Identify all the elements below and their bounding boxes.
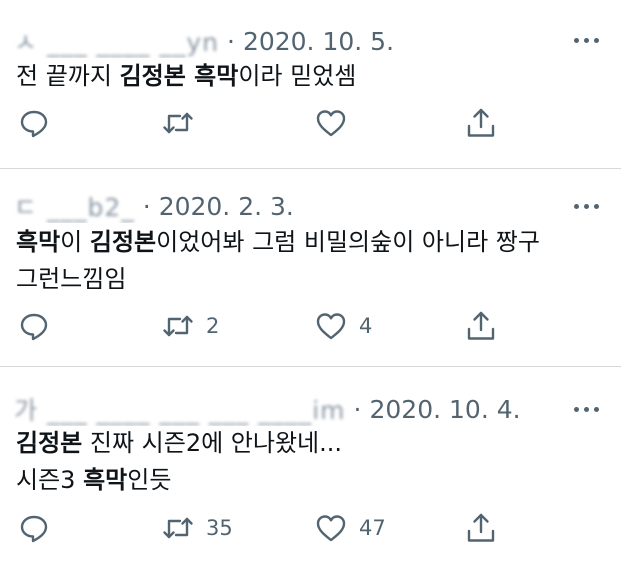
reply-button[interactable] [18,106,50,140]
like-icon [316,313,346,340]
tweet-date[interactable]: 2020. 10. 4. [370,395,521,424]
separator: · [142,191,151,221]
tweet-date[interactable]: 2020. 10. 5. [243,27,394,56]
more-options-button[interactable] [569,397,603,421]
tweet-header: 가 ___ ____ ___ ___ ____im · 2020. 10. 4. [14,392,561,426]
retweet-button[interactable]: 2 [162,309,219,343]
share-icon [467,311,495,340]
like-icon [316,515,346,542]
more-icon [573,406,579,412]
retweet-icon [163,315,193,337]
user-handle[interactable]: ㅅ ___ ____ __yn [14,24,219,58]
like-button[interactable]: 47 [315,511,386,545]
tweet-feed: ㅅ ___ ____ __yn · 2020. 10. 5. 전 끝까지 김정본… [0,0,621,575]
more-icon [573,37,579,43]
share-icon [467,108,495,137]
retweet-count: 2 [206,314,220,338]
share-button[interactable] [465,511,497,545]
tweet-date[interactable]: 2020. 2. 3. [159,192,294,221]
share-button[interactable] [465,106,497,140]
like-count: 47 [359,516,386,540]
like-button[interactable]: 4 [315,309,372,343]
tweet[interactable]: ㄷ ___b2_ · 2020. 2. 3. 흑막이 김정본이었어봐 그럼 비밀… [0,169,621,367]
reply-button[interactable] [18,511,50,545]
user-handle[interactable]: 가 ___ ____ ___ ___ ____im [14,392,346,426]
share-icon [467,513,495,542]
tweet-actions: 2 4 [0,309,621,343]
tweet-header: ㄷ ___b2_ · 2020. 2. 3. [14,189,561,223]
tweet-text: 김정본 진짜 시즌2에 안나왔네... 시즌3 흑막인듯 [16,429,343,494]
more-options-button[interactable] [569,28,603,52]
tweet-actions [0,106,621,140]
reply-icon [20,313,48,341]
separator: · [353,394,362,424]
share-button[interactable] [465,309,497,343]
tweet-header: ㅅ ___ ____ __yn · 2020. 10. 5. [14,24,561,58]
like-button[interactable] [315,106,347,140]
like-count: 4 [359,314,373,338]
separator: · [226,26,235,56]
tweet-text: 전 끝까지 김정본 흑막이라 믿었셈 [16,62,357,90]
retweet-count: 35 [206,516,233,540]
tweet-actions: 35 47 [0,511,621,545]
more-options-button[interactable] [569,194,603,218]
more-icon [573,203,579,209]
user-handle[interactable]: ㄷ ___b2_ [14,189,135,223]
tweet[interactable]: ㅅ ___ ____ __yn · 2020. 10. 5. 전 끝까지 김정본… [0,0,621,169]
reply-icon [20,515,48,543]
tweet[interactable]: 가 ___ ____ ___ ___ ____im · 2020. 10. 4.… [0,367,621,575]
retweet-icon [163,112,193,134]
retweet-button[interactable]: 35 [162,511,233,545]
like-icon [316,110,346,137]
reply-button[interactable] [18,309,50,343]
tweet-text: 흑막이 김정본이었어봐 그럼 비밀의숲이 아니라 짱구 그런느낌임 [16,228,540,293]
reply-icon [20,110,48,138]
retweet-icon [163,517,193,539]
retweet-button[interactable] [162,106,194,140]
